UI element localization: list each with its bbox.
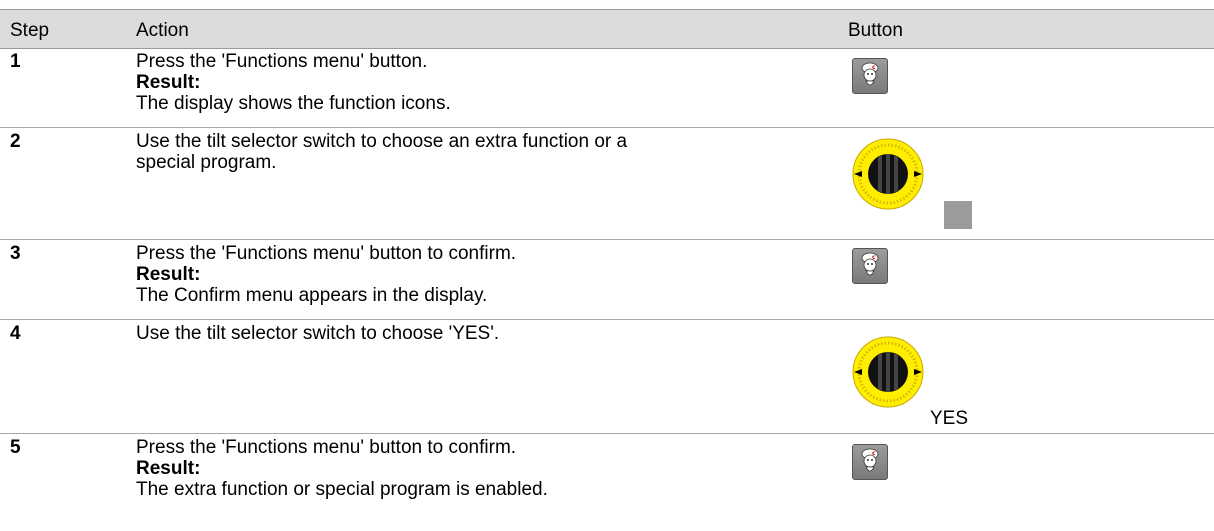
step-number: 1	[10, 51, 21, 72]
svg-text:c: c	[872, 254, 876, 261]
table-row: 4 Use the tilt selector switch to choose…	[0, 320, 1214, 434]
display-yes-text: YES	[930, 408, 969, 429]
table-header: Step Action Button	[0, 9, 1214, 49]
step-number: 2	[10, 131, 21, 152]
step-action: Use the tilt selector switch to choose '…	[136, 323, 826, 344]
functions-menu-button: c	[852, 58, 888, 94]
functions-menu-button: c	[852, 444, 888, 480]
step-action: Use the tilt selector switch to choose a…	[136, 131, 826, 173]
action-text: Press the 'Functions menu' button to con…	[136, 243, 517, 264]
svg-text:c: c	[872, 450, 876, 457]
result-text: The Confirm menu appears in the display.	[136, 285, 488, 306]
column-header-step: Step	[10, 20, 50, 41]
result-label: Result:	[136, 264, 201, 285]
chef-icon: c	[861, 62, 879, 86]
action-text: Use the tilt selector switch to choose '…	[136, 323, 500, 344]
tilt-selector-knob-icon	[852, 138, 924, 210]
action-text-line-1: Use the tilt selector switch to choose a…	[136, 131, 628, 152]
step-action: Press the 'Functions menu' button to con…	[136, 437, 826, 500]
action-text: Press the 'Functions menu' button.	[136, 51, 428, 72]
table-row: 2 Use the tilt selector switch to choose…	[0, 128, 1214, 240]
action-text: Press the 'Functions menu' button to con…	[136, 437, 517, 458]
tilt-selector-knob-icon	[852, 336, 924, 408]
table-row: 3 Press the 'Functions menu' button to c…	[0, 240, 1214, 320]
step-action: Press the 'Functions menu' button. Resul…	[136, 51, 826, 114]
step-number: 5	[10, 437, 21, 458]
step-action: Press the 'Functions menu' button to con…	[136, 243, 826, 306]
svg-text:c: c	[872, 64, 876, 71]
chef-icon: c	[861, 252, 879, 276]
table-row: 1 Press the 'Functions menu' button. Res…	[0, 48, 1214, 128]
step-number: 4	[10, 323, 21, 344]
table-row: 5 Press the 'Functions menu' button to c…	[0, 434, 1214, 530]
result-label: Result:	[136, 72, 201, 93]
display-indicator	[944, 201, 972, 229]
result-text: The display shows the function icons.	[136, 93, 451, 114]
action-text-line-2: special program.	[136, 152, 277, 173]
instruction-table: Step Action Button 1 Press the 'Function…	[0, 0, 1214, 531]
functions-menu-button: c	[852, 248, 888, 284]
chef-icon: c	[861, 448, 879, 472]
step-number: 3	[10, 243, 21, 264]
result-text: The extra function or special program is…	[136, 479, 548, 500]
column-header-button: Button	[848, 20, 903, 41]
result-label: Result:	[136, 458, 201, 479]
column-header-action: Action	[136, 20, 189, 41]
